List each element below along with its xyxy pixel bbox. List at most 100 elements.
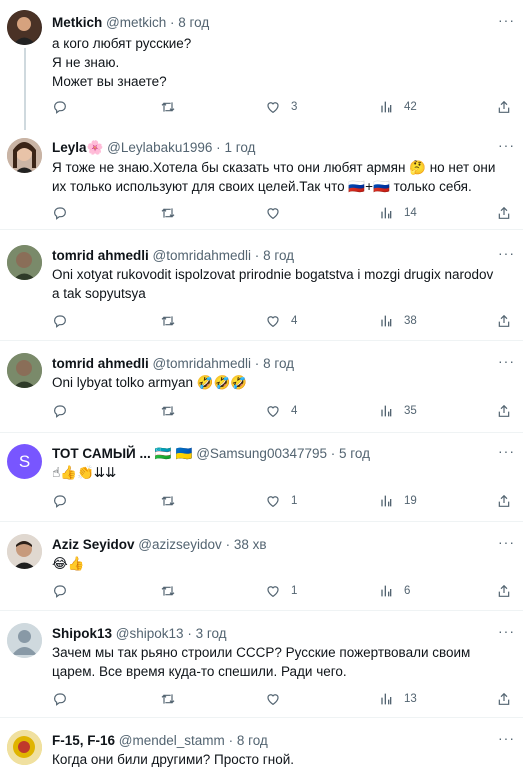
like-button[interactable] — [265, 691, 291, 707]
more-options-icon[interactable]: ··· — [498, 353, 515, 369]
author-name[interactable]: Metkich — [52, 15, 102, 30]
share-button[interactable] — [496, 403, 512, 419]
share-icon — [496, 691, 512, 707]
like-button[interactable]: 1 — [265, 583, 297, 599]
avatar[interactable] — [7, 353, 42, 388]
tweet-1[interactable]: Metkich @metkich · 8 год ··· а кого любя… — [0, 0, 523, 130]
views-button[interactable]: 42 — [378, 99, 417, 115]
author-handle[interactable]: @tomridahmedli — [153, 356, 252, 371]
share-button[interactable] — [496, 691, 512, 707]
like-icon — [265, 583, 281, 599]
author-handle[interactable]: @mendel_stamm — [119, 733, 225, 748]
like-button[interactable]: 4 — [265, 403, 297, 419]
tweet-header: Aziz Seyidov @azizseyidov · 38 хв — [52, 536, 267, 553]
views-button[interactable]: 19 — [378, 493, 417, 509]
tweet-text: Зачем мы так рьяно строили СССР? Русские… — [52, 643, 503, 681]
timestamp[interactable]: 5 год — [339, 446, 370, 461]
retweet-button[interactable] — [160, 403, 186, 419]
more-options-icon[interactable]: ··· — [498, 245, 515, 261]
retweet-icon — [160, 205, 176, 221]
reply-button[interactable] — [52, 691, 78, 707]
retweet-icon — [160, 403, 176, 419]
like-button[interactable]: 3 — [265, 99, 297, 115]
timestamp[interactable]: 38 хв — [234, 537, 267, 552]
author-name[interactable]: F-15, F-16 — [52, 733, 115, 748]
avatar[interactable]: S — [7, 444, 42, 479]
tweet-4[interactable]: tomrid ahmedli @tomridahmedli · 8 год ··… — [0, 341, 523, 433]
avatar[interactable] — [7, 245, 42, 280]
timestamp[interactable]: 8 год — [263, 356, 294, 371]
tweet-5[interactable]: S ТОТ САМЫЙ ... 🇺🇿 🇺🇦 @Samsung00347795 ·… — [0, 433, 523, 522]
more-options-icon[interactable]: ··· — [498, 623, 515, 639]
tweet-3[interactable]: tomrid ahmedli @tomridahmedli · 8 год ··… — [0, 230, 523, 341]
timestamp[interactable]: 8 год — [237, 733, 268, 748]
reply-button[interactable] — [52, 403, 78, 419]
timestamp[interactable]: 3 год — [196, 626, 227, 641]
author-name[interactable]: Leyla — [52, 140, 87, 155]
timestamp[interactable]: 8 год — [178, 15, 209, 30]
reply-button[interactable] — [52, 493, 78, 509]
like-button[interactable]: 4 — [265, 313, 297, 329]
share-button[interactable] — [496, 313, 512, 329]
views-button[interactable]: 6 — [378, 583, 410, 599]
author-name[interactable]: Aziz Seyidov — [52, 537, 135, 552]
share-button[interactable] — [496, 493, 512, 509]
action-bar: 14 — [52, 205, 515, 223]
timestamp[interactable]: 1 год — [224, 140, 255, 155]
views-icon — [378, 205, 394, 221]
timestamp[interactable]: 8 год — [263, 248, 294, 263]
tweet-7[interactable]: Shipok13 @shipok13 · 3 год ··· Зачем мы … — [0, 611, 523, 718]
author-name[interactable]: Shipok13 — [52, 626, 112, 641]
views-icon — [378, 583, 394, 599]
reply-button[interactable] — [52, 99, 78, 115]
retweet-button[interactable] — [160, 691, 186, 707]
more-options-icon[interactable]: ··· — [498, 534, 515, 550]
reply-button[interactable] — [52, 583, 78, 599]
more-options-icon[interactable]: ··· — [498, 137, 515, 153]
tweet-6[interactable]: Aziz Seyidov @azizseyidov · 38 хв ··· 😂👍… — [0, 522, 523, 611]
reply-icon — [52, 691, 68, 707]
views-button[interactable]: 35 — [378, 403, 417, 419]
avatar[interactable] — [7, 10, 42, 45]
author-handle[interactable]: @metkich — [106, 15, 166, 30]
avatar[interactable] — [7, 623, 42, 658]
avatar[interactable] — [7, 138, 42, 173]
avatar[interactable] — [7, 730, 42, 765]
retweet-button[interactable] — [160, 313, 186, 329]
author-name[interactable]: tomrid ahmedli — [52, 356, 149, 371]
reply-button[interactable] — [52, 205, 78, 221]
like-button[interactable]: 1 — [265, 493, 297, 509]
author-name[interactable]: ТОТ САМЫЙ ... — [52, 446, 151, 461]
views-button[interactable]: 13 — [378, 691, 417, 707]
author-handle[interactable]: @tomridahmedli — [153, 248, 252, 263]
author-name[interactable]: tomrid ahmedli — [52, 248, 149, 263]
retweet-button[interactable] — [160, 493, 186, 509]
avatar[interactable] — [7, 534, 42, 569]
author-handle[interactable]: @Leylabaku1996 — [107, 140, 212, 155]
share-button[interactable] — [496, 205, 512, 221]
more-options-icon[interactable]: ··· — [498, 443, 515, 459]
action-bar: 4 38 — [52, 313, 515, 331]
more-options-icon[interactable]: ··· — [498, 12, 515, 28]
retweet-button[interactable] — [160, 99, 186, 115]
action-bar: 4 35 — [52, 403, 515, 421]
retweet-button[interactable] — [160, 205, 186, 221]
views-button[interactable]: 14 — [378, 205, 417, 221]
author-handle[interactable]: @shipok13 — [116, 626, 184, 641]
retweet-button[interactable] — [160, 583, 186, 599]
author-handle[interactable]: @azizseyidov — [138, 537, 222, 552]
tweet-2[interactable]: Leyla🌸 @Leylabaku1996 · 1 год ··· Я тоже… — [0, 127, 523, 230]
tweet-8[interactable]: F-15, F-16 @mendel_stamm · 8 год ··· Ког… — [0, 718, 523, 779]
like-button[interactable] — [265, 205, 291, 221]
more-options-icon[interactable]: ··· — [498, 730, 515, 746]
separator: · — [187, 626, 192, 641]
views-button[interactable]: 38 — [378, 313, 417, 329]
tweet-line: Я не знаю. — [52, 55, 120, 70]
tweet-text: ☝👍👏⇊⇊ — [52, 464, 503, 483]
tweet-header: Shipok13 @shipok13 · 3 год — [52, 625, 227, 642]
share-button[interactable] — [496, 99, 512, 115]
author-handle[interactable]: @Samsung00347795 — [196, 446, 327, 461]
share-button[interactable] — [496, 583, 512, 599]
like-icon — [265, 691, 281, 707]
reply-button[interactable] — [52, 313, 78, 329]
